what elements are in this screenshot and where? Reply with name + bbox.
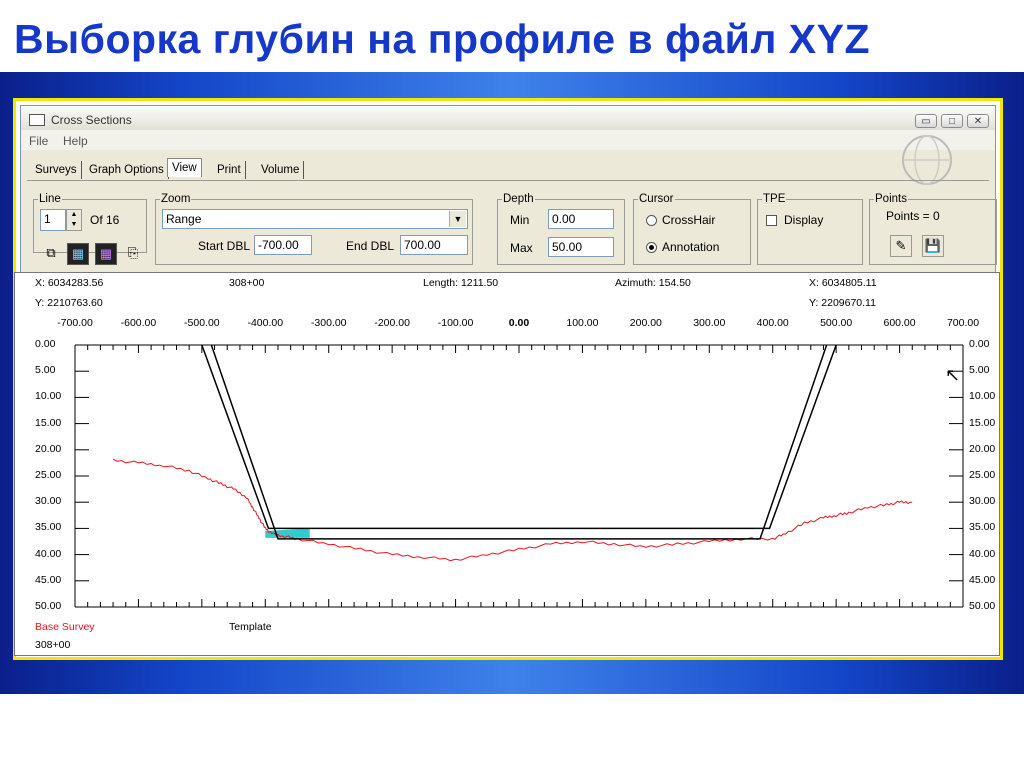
legend-template: Template — [229, 621, 272, 633]
copy-icon[interactable]: ⧉ — [41, 243, 61, 263]
zoom-group: Zoom Range ▼ Start DBL -700.00 End DBL 7… — [155, 193, 473, 265]
footer-station: 308+00 — [35, 639, 71, 651]
export-icon[interactable]: ⎘ — [123, 243, 143, 263]
close-button[interactable]: ✕ — [967, 114, 989, 128]
points-group: Points Points = 0 ✎ 💾 — [869, 193, 997, 265]
chevron-down-icon[interactable]: ▼ — [449, 211, 466, 227]
tpe-group: TPE Display — [757, 193, 863, 265]
tab-print[interactable]: Print — [213, 161, 246, 179]
tpe-display-label: Display — [784, 213, 824, 227]
slide-title: Выборка глубин на профиле в файл XYZ — [14, 16, 871, 62]
start-dbl-label: Start DBL — [198, 239, 251, 253]
menu-file[interactable]: File — [29, 134, 48, 148]
base-survey-line — [112, 458, 913, 562]
tab-surveys[interactable]: Surveys — [31, 161, 82, 179]
line-spinner[interactable]: ▲ ▼ — [66, 209, 82, 231]
mouse-pointer-icon: ↖ — [945, 365, 961, 385]
crosshair-label: CrossHair — [662, 213, 716, 227]
template-line-inner — [210, 344, 828, 540]
line-number-field[interactable]: 1 — [40, 209, 66, 231]
menu-bar: File Help — [21, 130, 995, 185]
tab-volume[interactable]: Volume — [257, 161, 305, 179]
menu-help[interactable]: Help — [63, 134, 88, 148]
edit-points-icon[interactable]: ✎ — [890, 235, 912, 257]
zoom-mode-select[interactable]: Range ▼ — [162, 209, 468, 229]
depth-min-label: Min — [510, 213, 530, 227]
annotation-label: Annotation — [662, 240, 720, 254]
end-dbl-label: End DBL — [346, 239, 395, 253]
tab-graph-options[interactable]: Graph Options — [85, 161, 169, 179]
view-tab-panel: Line 1 ▲ ▼ Of 16 ⧉ ▦ ▦ ⎘ Zoom Range ▼ Sta… — [27, 180, 997, 271]
points-legend: Points — [875, 193, 907, 205]
start-dbl-field[interactable]: -700.00 — [254, 235, 312, 255]
line-of-label: Of 16 — [90, 213, 120, 227]
save-icon[interactable]: 💾 — [922, 235, 944, 257]
app-icon — [29, 114, 45, 126]
tpe-legend: TPE — [763, 193, 786, 205]
title-bar[interactable]: Cross Sections ▭ □ ✕ — [21, 106, 995, 130]
depth-legend: Depth — [503, 193, 534, 205]
points-count-label: Points = 0 — [886, 209, 940, 223]
cross-section-graph[interactable]: X: 6034283.56 Y: 2210763.60 308+00 Lengt… — [14, 272, 1000, 656]
window-title: Cross Sections — [51, 113, 132, 127]
zoom-mode-value: Range — [166, 212, 202, 226]
annotation-radio[interactable] — [646, 242, 657, 253]
end-dbl-field[interactable]: 700.00 — [400, 235, 468, 255]
cursor-legend: Cursor — [639, 193, 674, 205]
maximize-button[interactable]: □ — [941, 114, 963, 128]
depth-group: Depth Min 0.00 Max 50.00 — [497, 193, 625, 265]
graph-color-icon[interactable]: ▦ — [67, 243, 89, 265]
crosshair-radio[interactable] — [646, 215, 657, 226]
line-legend: Line — [39, 193, 61, 205]
template-line-outer — [201, 344, 837, 530]
depth-max-label: Max — [510, 241, 533, 255]
plot-area — [74, 344, 964, 608]
graph-palette-icon[interactable]: ▦ — [95, 243, 117, 265]
legend-base-survey: Base Survey — [35, 621, 95, 633]
depth-min-field[interactable]: 0.00 — [548, 209, 614, 229]
tpe-display-checkbox[interactable] — [766, 215, 777, 226]
tab-view[interactable]: View — [167, 158, 202, 177]
cursor-group: Cursor CrossHair Annotation — [633, 193, 751, 265]
zoom-legend: Zoom — [161, 193, 191, 205]
minimize-button[interactable]: ▭ — [915, 114, 937, 128]
depth-max-field[interactable]: 50.00 — [548, 237, 614, 257]
